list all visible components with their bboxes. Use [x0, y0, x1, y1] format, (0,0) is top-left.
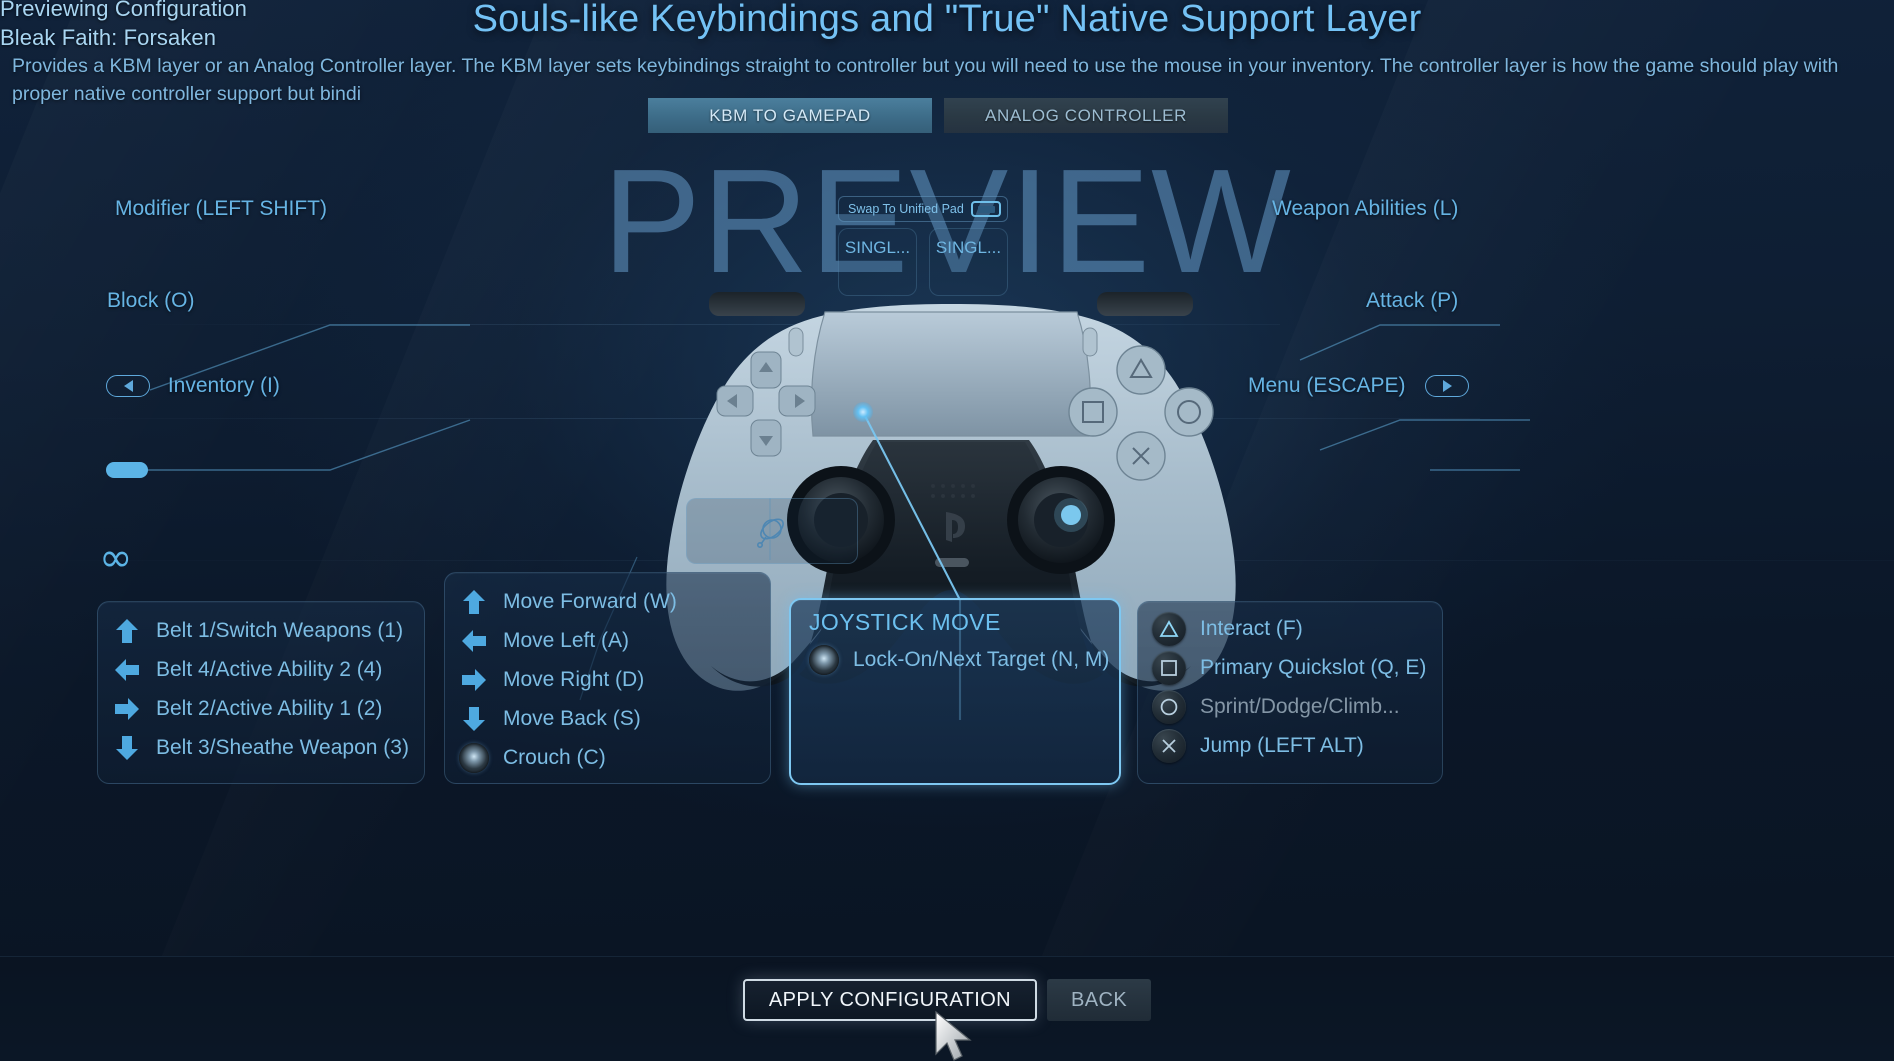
label-menu-row[interactable]: Menu (ESCAPE): [1248, 374, 1470, 398]
label-attack[interactable]: Attack (P): [1366, 289, 1458, 313]
binding-label: Move Right (D): [503, 667, 645, 691]
binding-label: Interact (F): [1200, 616, 1303, 640]
configuration-preview-screen: Previewing Configuration Bleak Faith: Fo…: [0, 0, 1894, 1061]
back-button[interactable]: BACK: [1047, 979, 1152, 1021]
toggle-switch-icon[interactable]: [971, 201, 1001, 217]
binding-label: Move Back (S): [503, 706, 641, 730]
layer-tab-bar: KBM TO GAMEPAD ANALOG CONTROLLER: [648, 98, 1228, 133]
binding-label: Lock-On/Next Target (N, M): [853, 647, 1110, 671]
touchpad-icon[interactable]: [106, 462, 148, 478]
binding-row[interactable]: Belt 4/Active Ability 2 (4): [98, 650, 424, 689]
cross-button-icon: [1152, 728, 1186, 763]
tab-analog-controller[interactable]: ANALOG CONTROLLER: [944, 98, 1228, 133]
binding-row[interactable]: Interact (F): [1138, 609, 1442, 648]
binding-label: Primary Quickslot (Q, E): [1200, 655, 1427, 679]
label-block[interactable]: Block (O): [107, 289, 195, 313]
gyro-infinity-icon[interactable]: ∞: [99, 538, 132, 578]
binding-label: Belt 1/Switch Weapons (1): [156, 618, 404, 642]
face-buttons-panel[interactable]: Interact (F) Primary Quickslot (Q, E) Sp…: [1137, 601, 1443, 784]
binding-label: Belt 4/Active Ability 2 (4): [156, 657, 383, 681]
right-stick-highlight-dot: [853, 402, 873, 422]
label-inventory-row[interactable]: Inventory (I): [106, 374, 280, 398]
binding-row[interactable]: Belt 2/Active Ability 1 (2): [98, 689, 424, 728]
binding-row[interactable]: Belt 3/Sheathe Weapon (3): [98, 728, 424, 767]
arrow-right-icon: [112, 694, 142, 724]
swap-to-unified-pad-toggle[interactable]: Swap To Unified Pad: [838, 196, 1008, 222]
stick-click-icon: [809, 644, 839, 675]
label-weapon-abilities[interactable]: Weapon Abilities (L): [1272, 197, 1458, 221]
binding-label: Move Forward (W): [503, 589, 677, 613]
circle-button-icon: [1152, 689, 1186, 724]
arrow-down-icon: [459, 704, 489, 734]
arrow-down-icon: [112, 733, 142, 763]
binding-row[interactable]: Move Forward (W): [445, 582, 770, 621]
binding-row[interactable]: Crouch (C): [445, 738, 770, 777]
arrow-left-icon: [459, 626, 489, 656]
footer-bar: APPLY CONFIGURATION BACK: [0, 956, 1894, 1061]
touchpad-binding-bubble[interactable]: [686, 498, 858, 564]
swap-to-unified-pad-label: Swap To Unified Pad: [848, 202, 964, 216]
square-button-icon: [1152, 650, 1186, 685]
binding-label: Move Left (A): [503, 628, 630, 652]
label-inventory: Inventory (I): [167, 374, 280, 397]
stick-click-icon: [459, 742, 489, 773]
right-bumper-icon: [1425, 375, 1470, 398]
label-menu: Menu (ESCAPE): [1248, 374, 1406, 397]
binding-row[interactable]: Primary Quickslot (Q, E): [1138, 648, 1442, 687]
binding-row[interactable]: Move Right (D): [445, 660, 770, 699]
binding-row[interactable]: Lock-On/Next Target (N, M): [791, 640, 1119, 679]
right-stick-mode-button[interactable]: SINGL...: [929, 228, 1008, 296]
apply-configuration-button[interactable]: APPLY CONFIGURATION: [742, 979, 1037, 1021]
binding-label: Jump (LEFT ALT): [1200, 733, 1364, 757]
binding-label: Belt 3/Sheathe Weapon (3): [156, 735, 409, 759]
binding-label: Crouch (C): [503, 745, 606, 769]
triangle-button-icon: [1152, 611, 1186, 646]
tab-kbm-to-gamepad[interactable]: KBM TO GAMEPAD: [648, 98, 932, 133]
stick-mode-row: SINGL... SINGL...: [838, 228, 1008, 296]
right-stick-panel-title: JOYSTICK MOVE: [809, 609, 1001, 635]
footer-button-group: APPLY CONFIGURATION BACK: [0, 979, 1894, 1021]
binding-row[interactable]: Belt 1/Switch Weapons (1): [98, 611, 424, 650]
configuration-title: Souls-like Keybindings and "True" Native…: [472, 0, 1422, 40]
binding-label: Belt 2/Active Ability 1 (2): [156, 696, 383, 720]
arrow-left-icon: [112, 655, 142, 685]
right-stick-panel[interactable]: JOYSTICK MOVE Lock-On/Next Target (N, M): [789, 598, 1121, 785]
arrow-up-icon: [459, 587, 489, 617]
arrow-right-icon: [459, 665, 489, 695]
binding-row[interactable]: Move Back (S): [445, 699, 770, 738]
left-stick-panel[interactable]: Move Forward (W) Move Left (A) Move Righ…: [444, 572, 771, 784]
binding-row[interactable]: Move Left (A): [445, 621, 770, 660]
binding-row[interactable]: Sprint/Dodge/Climb...: [1138, 687, 1442, 726]
binding-label: Sprint/Dodge/Climb...: [1200, 694, 1400, 718]
binding-row[interactable]: Jump (LEFT ALT): [1138, 726, 1442, 765]
left-stick-mode-button[interactable]: SINGL...: [838, 228, 917, 296]
dpad-panel[interactable]: Belt 1/Switch Weapons (1) Belt 4/Active …: [97, 601, 425, 784]
label-modifier[interactable]: Modifier (LEFT SHIFT): [115, 197, 327, 221]
left-bumper-icon: [106, 375, 150, 398]
gyro-orbit-icon: [757, 518, 784, 548]
arrow-up-icon: [112, 616, 142, 646]
